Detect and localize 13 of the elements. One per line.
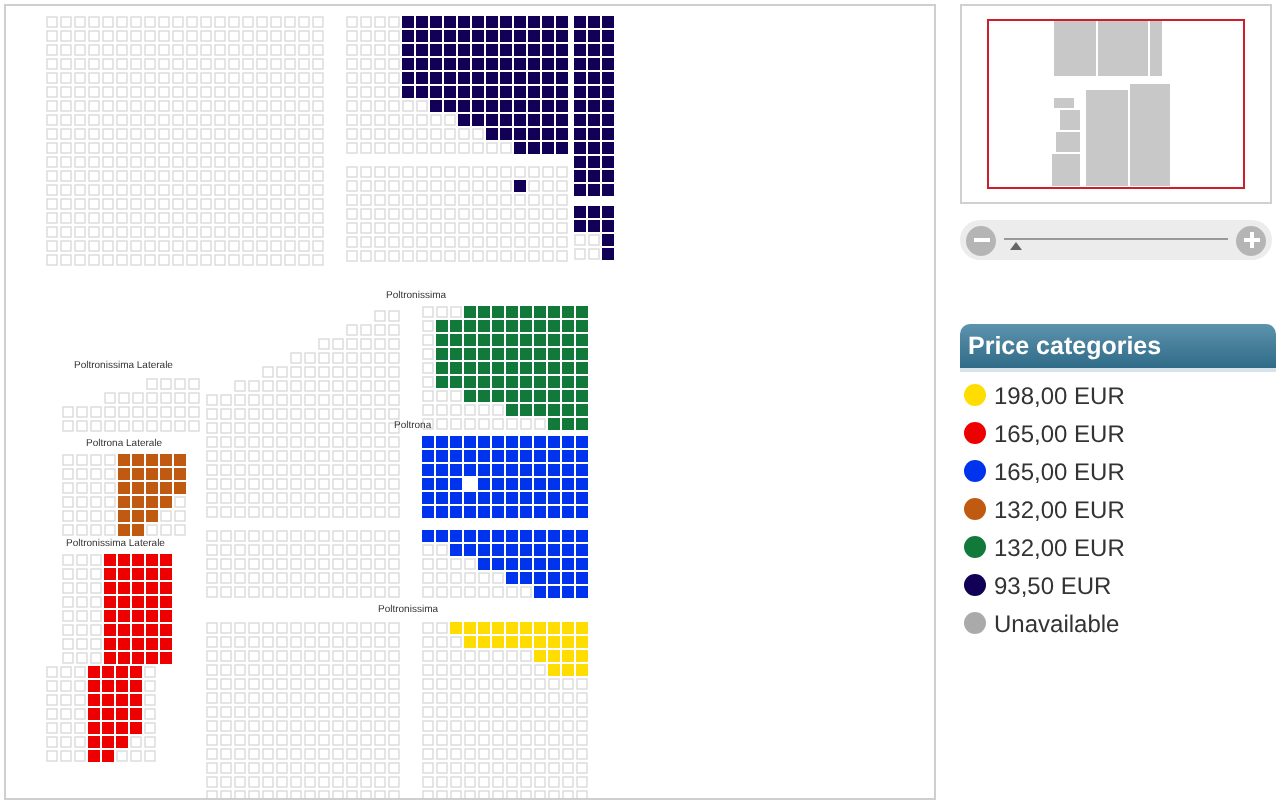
price-label: 93,50 EUR <box>994 569 1112 603</box>
price-label: 165,00 EUR <box>994 455 1125 489</box>
price-label: 165,00 EUR <box>994 417 1125 451</box>
legend-title: Price categories <box>968 329 1162 364</box>
minus-icon <box>973 238 989 242</box>
zoom-out-button[interactable] <box>966 225 996 255</box>
price-label: Unavailable <box>994 607 1120 641</box>
price-label: 132,00 EUR <box>994 493 1125 527</box>
price-label: 132,00 EUR <box>994 531 1125 565</box>
overview-map[interactable] <box>960 4 1272 204</box>
zoom-in-button[interactable] <box>1236 225 1266 255</box>
plus-icon <box>1243 232 1259 248</box>
price-label: 198,00 EUR <box>994 379 1125 413</box>
